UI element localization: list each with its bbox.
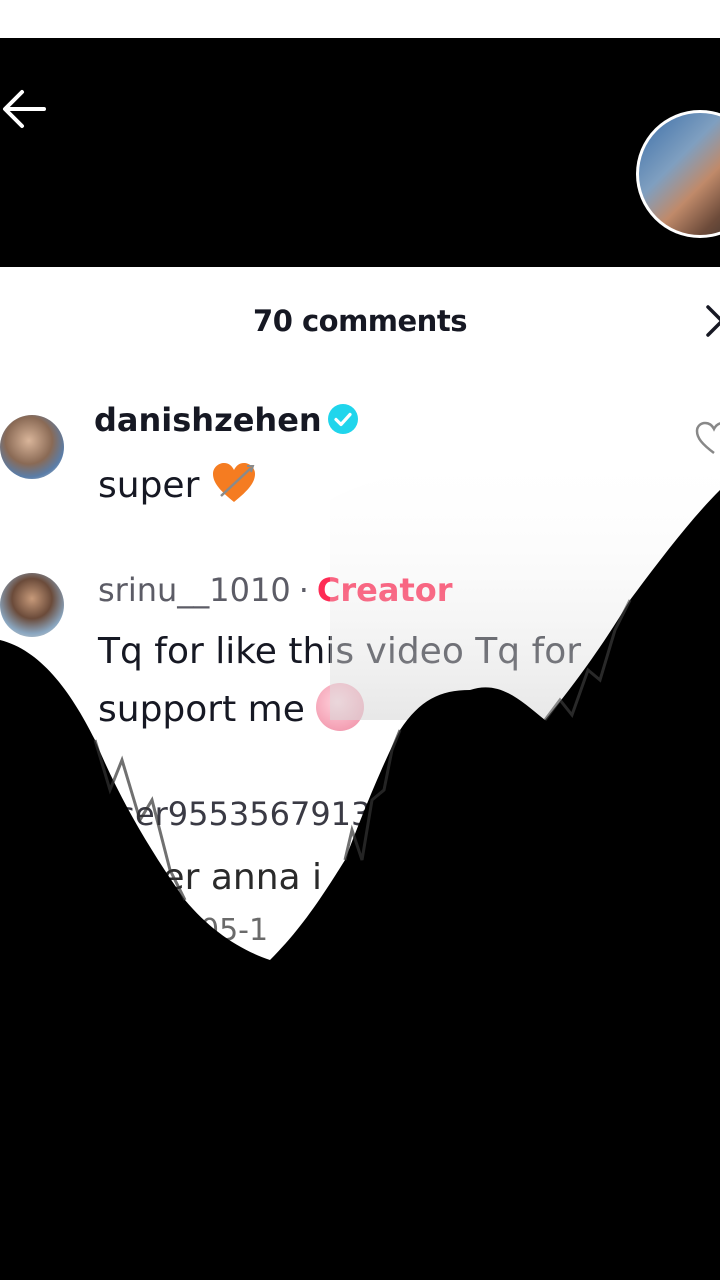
video-area[interactable] [0,38,720,267]
close-icon [706,305,720,337]
comment-item: user9553567913 super anna i d 05-1 [0,787,720,948]
comment-item: danishzehen super [0,395,720,506]
comments-header: 70 comments [0,267,720,375]
creator-badge: Creator [316,571,453,609]
comment-item: srinu__1010 · Creator Tq for like this vid… [0,559,720,739]
commenter-avatar[interactable] [0,573,64,637]
comments-panel: 70 comments danishzehen super srinu__101… [0,267,720,1280]
arrow-left-icon [3,90,46,128]
verified-badge-icon [327,404,358,434]
screen: 70 comments danishzehen super srinu__101… [0,0,720,1280]
comment-text: Tq for like this video Tq for support me [98,623,581,739]
comment-text: super anna i d [98,857,357,898]
comment-text-line-2: support me [98,681,581,739]
comment-username[interactable]: user9553567913 [98,795,371,833]
comment-username-text[interactable]: srinu__1010 [98,571,291,609]
close-comments-button[interactable] [698,301,720,341]
orange-heart-with-arrow-emoji [212,463,255,502]
squinting-laugh-emoji [316,683,365,731]
comment-text: super [98,457,257,515]
heart-outline-icon [695,421,720,454]
comment-username[interactable]: srinu__1010 · Creator [98,571,453,609]
status-bar [0,0,720,38]
comment-text-line-2-body: support me [98,689,305,730]
comment-username-text[interactable]: danishzehen [94,401,322,439]
like-comment-button[interactable] [694,419,720,459]
comment-text-line-1: Tq for like this video Tq for [98,631,582,672]
separator-dot: · [298,571,309,609]
commenter-avatar[interactable] [0,415,64,479]
comment-date: 05-1 [200,913,269,948]
back-button[interactable] [0,78,52,140]
comment-username[interactable]: danishzehen [94,401,358,439]
comments-count: 70 comments [253,304,467,338]
comment-text-body: super [98,465,200,506]
